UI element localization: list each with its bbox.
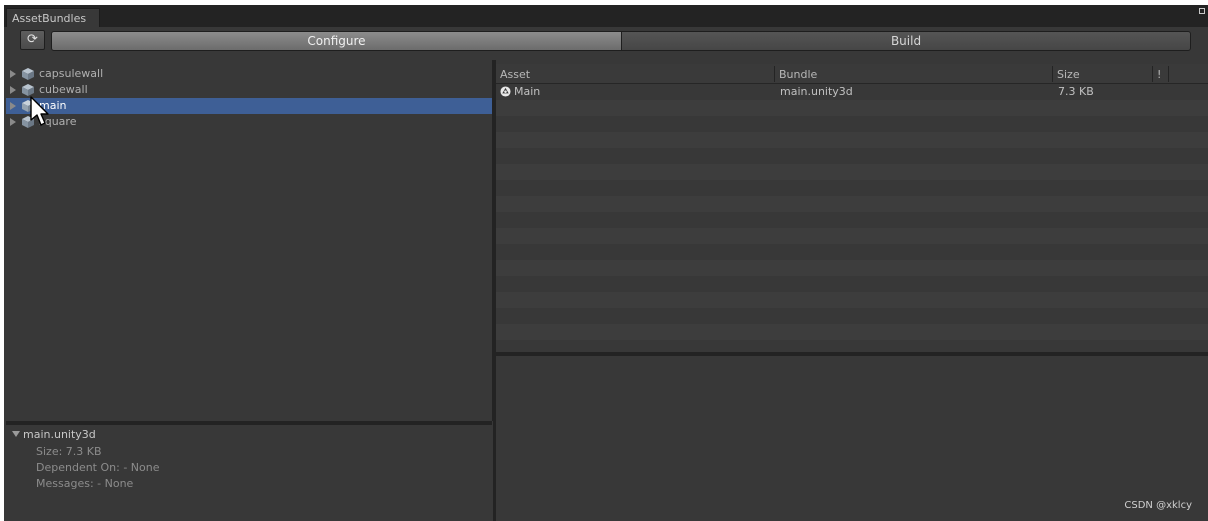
cell-bundle: main.unity3d (780, 85, 853, 98)
details-title: main.unity3d (23, 428, 96, 441)
column-resize-handle[interactable] (1168, 66, 1169, 82)
column-header-messages[interactable]: ! (1157, 64, 1161, 83)
column-header-bundle[interactable]: Bundle (779, 64, 817, 83)
bundle-cube-icon (22, 84, 34, 96)
column-resize-handle[interactable] (1052, 66, 1053, 82)
tree-item-capsulewall[interactable]: capsulewall (6, 66, 492, 82)
expand-arrow-icon[interactable] (10, 70, 16, 78)
column-header-size[interactable]: Size (1057, 64, 1080, 83)
cell-size: 7.3 KB (1058, 85, 1094, 98)
column-resize-handle[interactable] (1152, 66, 1153, 82)
refresh-icon: ⟳ (27, 32, 38, 47)
detail-dependent-on: Dependent On: - None (36, 461, 160, 474)
mouse-cursor-icon (30, 96, 49, 126)
asset-table-body (496, 84, 1208, 352)
build-tab-button[interactable]: Build (621, 31, 1191, 51)
watermark: CSDN @xklcy (1124, 500, 1192, 511)
asset-bundle-browser-window: AssetBundles ⟳ Configure Build capsulewa… (4, 5, 1208, 521)
bundle-cube-icon (22, 68, 34, 80)
expand-arrow-icon[interactable] (10, 102, 16, 110)
column-header-asset[interactable]: Asset (500, 64, 530, 83)
configure-tab-button[interactable]: Configure (51, 31, 622, 51)
collapse-arrow-icon[interactable] (12, 431, 20, 437)
unity-scene-icon (500, 86, 511, 97)
window-menu-icon[interactable] (1199, 8, 1205, 14)
tab-assetbundles[interactable]: AssetBundles (6, 8, 100, 27)
bundle-tree: capsulewall cubewall main square (6, 60, 493, 421)
tab-strip: AssetBundles (4, 5, 1208, 27)
expand-arrow-icon[interactable] (10, 86, 16, 94)
tree-item-cubewall[interactable]: cubewall (6, 82, 492, 98)
asset-table-header: Asset Bundle Size ! (496, 64, 1208, 84)
refresh-button[interactable]: ⟳ (20, 30, 45, 50)
tree-item-label: capsulewall (39, 67, 104, 80)
asset-list-panel: Asset Bundle Size ! Main main.unity3d 7.… (496, 60, 1208, 352)
tree-item-main[interactable]: main (6, 98, 492, 114)
toolbar: ⟳ Configure Build (4, 27, 1208, 57)
cell-asset: Main (514, 85, 541, 98)
tree-item-square[interactable]: square (6, 114, 492, 130)
asset-details-panel (496, 356, 1208, 521)
details-header[interactable]: main.unity3d (12, 428, 96, 441)
detail-messages: Messages: - None (36, 477, 134, 490)
table-row[interactable]: Main main.unity3d 7.3 KB (496, 84, 1208, 100)
column-resize-handle[interactable] (774, 66, 775, 82)
bundle-details-panel: main.unity3d Size: 7.3 KB Dependent On: … (6, 425, 492, 521)
expand-arrow-icon[interactable] (10, 118, 16, 126)
detail-size: Size: 7.3 KB (36, 445, 102, 458)
